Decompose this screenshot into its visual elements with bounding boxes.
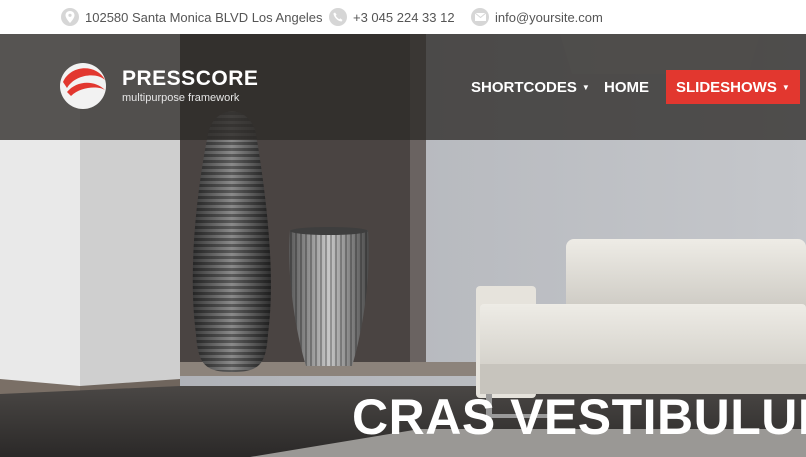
contact-bar: 102580 Santa Monica BLVD Los Angeles +3 …: [0, 0, 806, 34]
location-pin-icon: [61, 8, 79, 26]
address-text: 102580 Santa Monica BLVD Los Angeles: [85, 9, 323, 25]
nav-item-slideshows[interactable]: SLIDESHOWS ▼: [666, 70, 800, 104]
email-link[interactable]: info@yoursite.com: [495, 10, 603, 25]
contact-email[interactable]: info@yoursite.com: [471, 0, 603, 34]
nav-item-home[interactable]: HOME: [604, 70, 649, 104]
caret-down-icon: ▼: [781, 82, 790, 92]
brand-name[interactable]: PRESSCORE: [122, 67, 258, 91]
phone-text[interactable]: +3 045 224 33 12: [353, 10, 455, 25]
contact-address: 102580 Santa Monica BLVD Los Angeles: [61, 0, 323, 34]
phone-icon: [329, 8, 347, 26]
nav-item-label: HOME: [604, 78, 649, 96]
brand-tagline: multipurpose framework: [122, 92, 240, 104]
caret-down-icon: ▼: [581, 82, 590, 92]
contact-phone[interactable]: +3 045 224 33 12: [329, 0, 455, 34]
nav-item-shortcodes[interactable]: SHORTCODES ▼: [471, 70, 590, 104]
envelope-icon: [471, 8, 489, 26]
nav-item-label: SLIDESHOWS: [676, 78, 777, 96]
hero-title: CRAS VESTIBULUM: [352, 389, 806, 445]
nav-item-label: SHORTCODES: [471, 78, 577, 96]
logo-icon[interactable]: [59, 62, 107, 110]
